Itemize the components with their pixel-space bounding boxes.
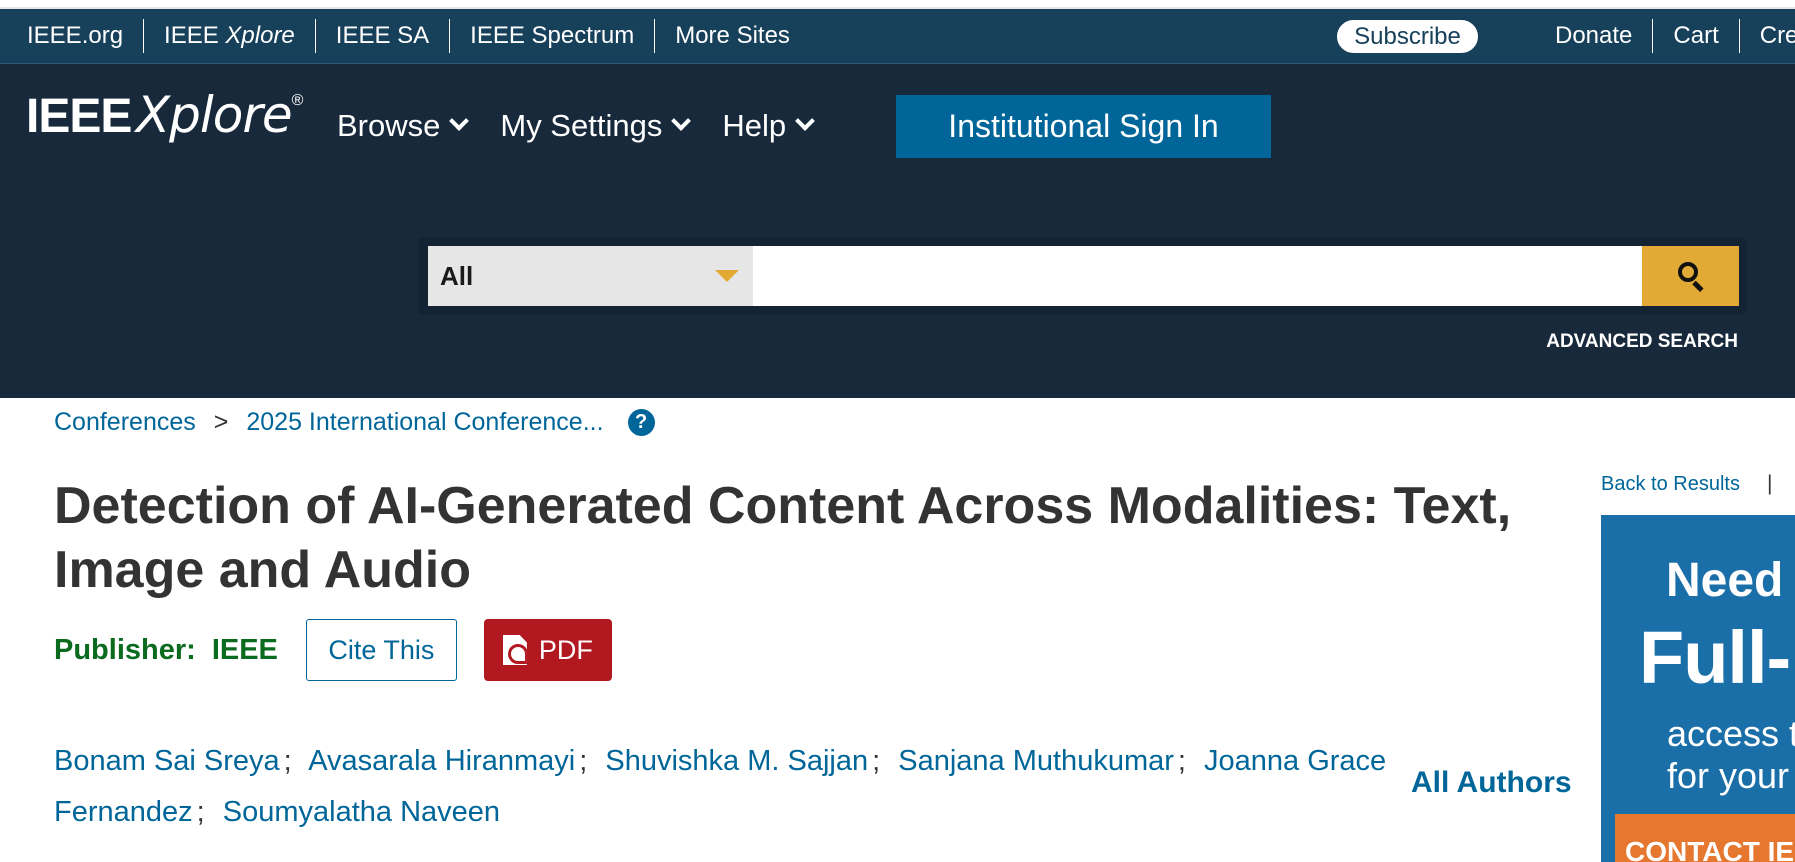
link-ieee-sa[interactable]: IEEE SA [316, 19, 451, 53]
chevron-down-icon [449, 111, 470, 131]
ad-line-2: Full- [1639, 616, 1791, 699]
link-cart[interactable]: Cart [1653, 19, 1740, 53]
site-header: IEEE Xplore® Browse My Settings Help Ins… [0, 64, 1795, 398]
logo-registered-mark: ® [291, 92, 304, 109]
publisher-label: Publisher: [54, 633, 196, 666]
browser-top-edge [0, 0, 1795, 9]
breadcrumb-conferences[interactable]: Conferences [54, 408, 196, 437]
author-link[interactable]: Bonam Sai Sreya [54, 745, 280, 777]
author-link[interactable]: Sanjana Muthukumar [898, 745, 1174, 777]
all-authors-link[interactable]: All Authors [1411, 766, 1572, 800]
link-ieee-xplore-italic: Xplore [225, 22, 295, 49]
link-more-sites[interactable]: More Sites [655, 19, 810, 53]
ieee-xplore-logo[interactable]: IEEE Xplore® [26, 86, 303, 144]
search-button[interactable] [1642, 246, 1739, 306]
author-separator: ; [872, 745, 881, 777]
nav-my-settings[interactable]: My Settings [500, 108, 692, 144]
breadcrumb-separator: > [213, 408, 229, 436]
search-scope-dropdown[interactable]: All [428, 246, 753, 306]
author-link[interactable]: Soumyalatha Naveen [223, 796, 500, 828]
link-ieee-spectrum[interactable]: IEEE Spectrum [450, 19, 656, 53]
ad-line-3: access t [1667, 713, 1795, 754]
search-bar: All [418, 238, 1747, 314]
author-link[interactable]: Avasarala Hiranmayi [308, 745, 575, 777]
link-ieee-xplore-prefix: IEEE [164, 22, 226, 49]
main-nav: Browse My Settings Help [337, 108, 846, 144]
search-icon [1678, 262, 1698, 282]
search-icon-handle [1692, 280, 1704, 293]
back-to-results-link[interactable]: Back to Results [1601, 473, 1740, 496]
author-separator: ; [283, 745, 292, 777]
advanced-search-link[interactable]: ADVANCED SEARCH [1546, 331, 1738, 353]
chevron-down-icon [671, 111, 692, 131]
nav-my-settings-label: My Settings [500, 108, 663, 143]
link-ieee-org[interactable]: IEEE.org [7, 19, 145, 53]
ad-line-4: for your [1667, 755, 1790, 796]
author-link[interactable]: Shuvishka M. Sajjan [605, 745, 868, 777]
help-icon[interactable]: ? [627, 409, 655, 436]
nav-help[interactable]: Help [722, 108, 815, 144]
author-separator: ; [579, 745, 588, 777]
link-donate[interactable]: Donate [1535, 19, 1654, 53]
page-title: Detection of AI-Generated Content Across… [54, 477, 1512, 599]
meta-right-links: Donate Cart Crea [1535, 19, 1795, 53]
subscribe-button[interactable]: Subscribe [1336, 19, 1479, 54]
advertisement-banner[interactable]: Need Full- access t for your CONTACT IE [1601, 515, 1795, 862]
author-list: Bonam Sai Sreya; Avasarala Hiranmayi; Sh… [54, 736, 1399, 838]
author-separator: ; [1177, 745, 1186, 777]
nav-browse-label: Browse [337, 108, 441, 143]
pdf-label: PDF [538, 634, 593, 665]
link-create-account[interactable]: Crea [1740, 19, 1795, 53]
breadcrumb-conference[interactable]: 2025 International Conference... [246, 408, 603, 437]
ieee-meta-bar: IEEE.org IEEE Xplore IEEE SA IEEE Spectr… [0, 9, 1795, 64]
search-scope-value: All [440, 261, 474, 291]
logo-ieee-text: IEEE [26, 90, 132, 143]
chevron-down-icon [795, 111, 815, 131]
ad-contact-button[interactable]: CONTACT IE [1615, 814, 1795, 862]
pdf-icon [502, 635, 527, 665]
publisher-row: Publisher: IEEE Cite This PDF [54, 619, 612, 681]
dropdown-triangle-icon [715, 270, 739, 282]
cite-this-button[interactable]: Cite This [305, 619, 457, 681]
ad-contact-label: CONTACT IE [1625, 836, 1795, 862]
nav-help-label: Help [722, 108, 787, 143]
publisher-name: IEEE [211, 633, 278, 666]
breadcrumb: Conferences > 2025 International Confere… [54, 408, 655, 437]
ad-line-1: Need [1666, 554, 1784, 607]
search-input[interactable] [753, 246, 1642, 306]
institutional-sign-in-button[interactable]: Institutional Sign In [896, 95, 1271, 158]
link-ieee-xplore[interactable]: IEEE Xplore [144, 19, 316, 53]
nav-browse[interactable]: Browse [337, 108, 470, 144]
meta-links: IEEE.org IEEE Xplore IEEE SA IEEE Spectr… [7, 19, 810, 53]
author-separator: ; [196, 796, 205, 828]
pdf-button[interactable]: PDF [483, 619, 612, 681]
logo-xplore-text: Xplore [135, 86, 293, 144]
sidebar-separator: | [1767, 472, 1773, 495]
